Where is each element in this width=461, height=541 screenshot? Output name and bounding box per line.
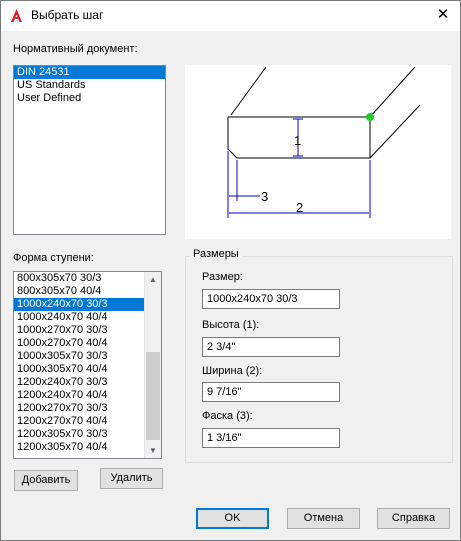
list-item[interactable]: DIN 24531 [14, 66, 165, 79]
dimensions-group-title: Размеры [190, 248, 242, 260]
vertex-marker [366, 113, 374, 121]
title-bar: Выбрать шаг ✕ [1, 1, 460, 31]
list-item[interactable]: 1000x305x70 30/3 [14, 350, 144, 363]
list-item[interactable]: 1200x305x70 30/3 [14, 428, 144, 441]
step-profile-drawing: 1 2 3 [227, 66, 421, 218]
height-field[interactable]: 2 3/4" [202, 337, 340, 357]
list-item[interactable]: 1000x270x70 30/3 [14, 324, 144, 337]
size-field[interactable]: 1000x240x70 30/3 [202, 289, 340, 309]
ok-button[interactable]: OK [196, 508, 269, 529]
normative-doc-list[interactable]: DIN 24531 US Standards User Defined [13, 65, 166, 235]
delete-button[interactable]: Удалить [100, 468, 163, 489]
list-item[interactable]: User Defined [14, 92, 165, 105]
scroll-thumb[interactable] [146, 352, 160, 440]
list-item[interactable]: 1000x240x70 40/4 [14, 311, 144, 324]
height-label: Высота (1): [202, 319, 260, 331]
list-item[interactable]: 800x305x70 40/4 [14, 285, 144, 298]
step-preview-diagram: 1 2 3 [185, 65, 451, 239]
list-item[interactable]: 800x305x70 30/3 [14, 272, 144, 285]
step-form-list[interactable]: 800x305x70 30/3 800x305x70 40/4 1000x240x7… [13, 271, 162, 459]
width-label: Ширина (2): [202, 365, 263, 377]
window-title: Выбрать шаг [31, 8, 104, 22]
scroll-up-icon[interactable]: ▲ [145, 272, 161, 287]
cancel-button[interactable]: Отмена [287, 508, 360, 529]
list-item[interactable]: 1000x305x70 40/4 [14, 363, 144, 376]
dim-label-height: 1 [294, 133, 301, 148]
chamfer-label: Фаска (3): [202, 410, 253, 422]
size-label: Размер: [202, 271, 243, 283]
chamfer-field[interactable]: 1 3/16" [202, 428, 340, 448]
step-form-scrollbar[interactable]: ▲ ▼ [144, 272, 161, 458]
list-item[interactable]: 1000x240x70 30/3 [14, 298, 144, 311]
help-button[interactable]: Справка [377, 508, 450, 529]
autocad-logo-icon [9, 8, 24, 23]
list-item[interactable]: 1200x270x70 30/3 [14, 402, 144, 415]
scroll-down-icon[interactable]: ▼ [145, 443, 161, 458]
list-item[interactable]: 1000x270x70 40/4 [14, 337, 144, 350]
list-item[interactable]: US Standards [14, 79, 165, 92]
dim-label-width: 2 [296, 200, 303, 215]
close-icon[interactable]: ✕ [426, 1, 460, 31]
dialog-window: Выбрать шаг ✕ Нормативный документ: DIN … [0, 0, 461, 541]
step-form-label: Форма ступени: [13, 252, 94, 264]
normative-doc-label: Нормативный документ: [13, 43, 138, 55]
width-field[interactable]: 9 7/16" [202, 382, 340, 402]
list-item[interactable]: 1200x305x70 40/4 [14, 441, 144, 454]
add-button[interactable]: Добавить [14, 470, 78, 491]
dim-label-chamfer: 3 [261, 189, 268, 204]
list-item[interactable]: 1200x240x70 30/3 [14, 376, 144, 389]
list-item[interactable]: 1200x240x70 40/4 [14, 389, 144, 402]
list-item[interactable]: 1200x270x70 40/4 [14, 415, 144, 428]
